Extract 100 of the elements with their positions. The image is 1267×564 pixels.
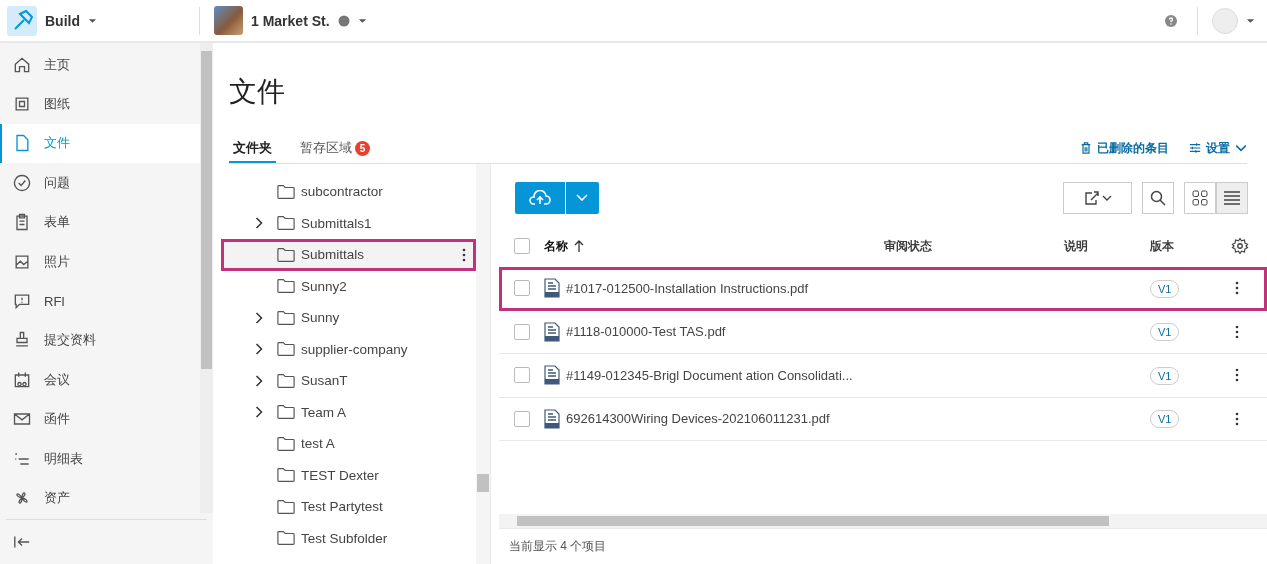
sidebar-item[interactable]: 提交资料 xyxy=(0,320,200,361)
file-name[interactable]: 692614300Wiring Devices-202106011231.pdf xyxy=(566,411,830,427)
folder-icon xyxy=(277,341,295,358)
more-icon[interactable] xyxy=(1235,411,1239,426)
folder-name: Sunny2 xyxy=(301,278,348,294)
sidebar-item[interactable]: 资产 xyxy=(0,478,200,518)
folder-item[interactable]: test A xyxy=(221,428,476,460)
column-header[interactable]: 版本 xyxy=(1150,237,1174,255)
file-row[interactable]: #1149-012345-Brigl Document ation Consolidati... V1 xyxy=(499,354,1267,398)
pdf-file-icon xyxy=(544,408,560,429)
chevron-down-icon xyxy=(1235,142,1247,154)
row-checkbox[interactable] xyxy=(514,323,530,340)
folder-name: supplier-company xyxy=(301,341,409,357)
chevron-right-icon[interactable] xyxy=(255,217,263,230)
sidebar-item[interactable]: RFI xyxy=(0,281,200,321)
sidebar-item[interactable]: 明细表 xyxy=(0,438,200,479)
folder-icon xyxy=(277,372,295,389)
file-row[interactable]: #1017-012500-Installation Instructions.pdf V1 xyxy=(499,267,1267,311)
row-checkbox[interactable] xyxy=(514,367,530,384)
sidebar-item[interactable]: 图纸 xyxy=(0,84,200,124)
folder-item[interactable]: Team A xyxy=(221,396,476,428)
folder-icon xyxy=(277,435,295,452)
file-name[interactable]: #1017-012500-Installation Instructions.pdf xyxy=(566,280,809,296)
sidebar-item[interactable]: 函件 xyxy=(0,399,200,439)
sidebar-item[interactable]: 表单 xyxy=(0,202,200,242)
share-button[interactable] xyxy=(1063,181,1132,214)
folder-item[interactable]: Sunny xyxy=(221,302,476,334)
collapse-icon[interactable] xyxy=(13,535,31,549)
chevron-right-icon[interactable] xyxy=(255,311,263,324)
sliders-icon xyxy=(1189,142,1201,154)
folder-icon xyxy=(277,530,295,547)
file-row[interactable]: #1118-010000-Test TAS.pdf V1 xyxy=(499,310,1267,354)
select-all-checkbox[interactable] xyxy=(514,238,530,254)
row-checkbox[interactable] xyxy=(514,280,530,297)
tab[interactable]: 文件夹 xyxy=(229,133,276,163)
caret-icon[interactable] xyxy=(357,17,367,24)
pdf-file-icon xyxy=(544,321,560,342)
search-button[interactable] xyxy=(1142,181,1174,214)
more-icon[interactable] xyxy=(462,247,466,262)
chevron-down-icon[interactable] xyxy=(576,194,588,201)
file-name[interactable]: #1118-010000-Test TAS.pdf xyxy=(566,324,726,340)
folder-icon xyxy=(277,309,295,326)
folder-name: Submittals1 xyxy=(301,215,373,231)
caret-icon[interactable] xyxy=(88,17,97,24)
column-header[interactable]: 名称 xyxy=(544,237,568,255)
folder-item[interactable]: SusanT xyxy=(221,365,476,397)
folder-name: test A xyxy=(301,436,336,452)
globe-icon xyxy=(337,14,350,27)
hammer-icon xyxy=(7,5,37,36)
more-icon[interactable] xyxy=(1235,281,1239,296)
chevron-right-icon[interactable] xyxy=(255,406,263,419)
folder-name: Test Subfolder xyxy=(301,530,389,546)
folder-icon xyxy=(277,215,295,232)
project-selector[interactable]: 1 Market St. xyxy=(251,12,330,29)
settings-button[interactable]: 设置 xyxy=(1189,139,1247,157)
tab[interactable]: 暂存区域 5 xyxy=(296,133,374,163)
folder-item[interactable]: Test Partytest xyxy=(221,491,476,523)
more-icon[interactable] xyxy=(1235,368,1239,383)
grid-view-button[interactable] xyxy=(1184,181,1216,214)
folder-icon xyxy=(277,246,295,263)
column-header[interactable]: 审阅状态 xyxy=(884,237,932,255)
folder-name: Team A xyxy=(301,404,348,420)
sidebar-item[interactable]: 问题 xyxy=(0,163,200,203)
file-name[interactable]: #1149-012345-Brigl Document ation Consolidati... xyxy=(566,367,853,383)
sidebar-item[interactable]: 主页 xyxy=(0,45,200,85)
sort-arrow-icon[interactable] xyxy=(574,240,584,252)
folder-icon xyxy=(277,278,295,295)
folder-item[interactable]: Submittals xyxy=(221,239,476,271)
app-switcher[interactable]: Build xyxy=(45,12,80,29)
folder-item[interactable]: Submittals1 xyxy=(221,207,476,239)
column-header[interactable]: 说明 xyxy=(1064,237,1088,255)
folder-item[interactable]: supplier-company xyxy=(221,333,476,365)
help-icon[interactable] xyxy=(1165,14,1177,27)
folder-item[interactable]: TEST Dexter xyxy=(221,459,476,491)
cloud-upload-icon xyxy=(529,189,551,206)
chevron-right-icon[interactable] xyxy=(255,343,263,356)
sidebar-item[interactable]: 照片 xyxy=(0,241,200,282)
folder-item[interactable]: Sunny2 xyxy=(221,270,476,302)
settings-icon[interactable] xyxy=(1231,237,1249,255)
more-icon[interactable] xyxy=(1235,324,1239,339)
folder-name: SusanT xyxy=(301,373,349,389)
folder-item[interactable]: subcontractor xyxy=(221,176,476,208)
folder-name: TEST Dexter xyxy=(301,467,380,483)
folder-name: subcontractor xyxy=(301,184,384,200)
folder-icon xyxy=(277,404,295,421)
folder-item[interactable]: Test Subfolder xyxy=(221,522,476,554)
status-text: 当前显示 4 个项目 xyxy=(499,528,1267,564)
folder-name: Submittals xyxy=(301,247,366,263)
grid-icon xyxy=(1192,189,1208,206)
pdf-file-icon xyxy=(544,365,560,386)
sidebar-item[interactable]: 会议 xyxy=(0,360,200,400)
list-view-button[interactable] xyxy=(1216,181,1248,214)
folder-name: Test Partytest xyxy=(301,499,384,515)
chevron-right-icon[interactable] xyxy=(255,374,263,387)
upload-split-button[interactable] xyxy=(515,181,599,214)
file-row[interactable]: 692614300Wiring Devices-202106011231.pdf V1 xyxy=(499,397,1267,441)
list-icon xyxy=(1224,189,1240,206)
row-checkbox[interactable] xyxy=(514,410,530,427)
caret-icon[interactable] xyxy=(1246,17,1255,24)
deleted-items-link[interactable]: 已删除的条目 xyxy=(1080,139,1169,157)
